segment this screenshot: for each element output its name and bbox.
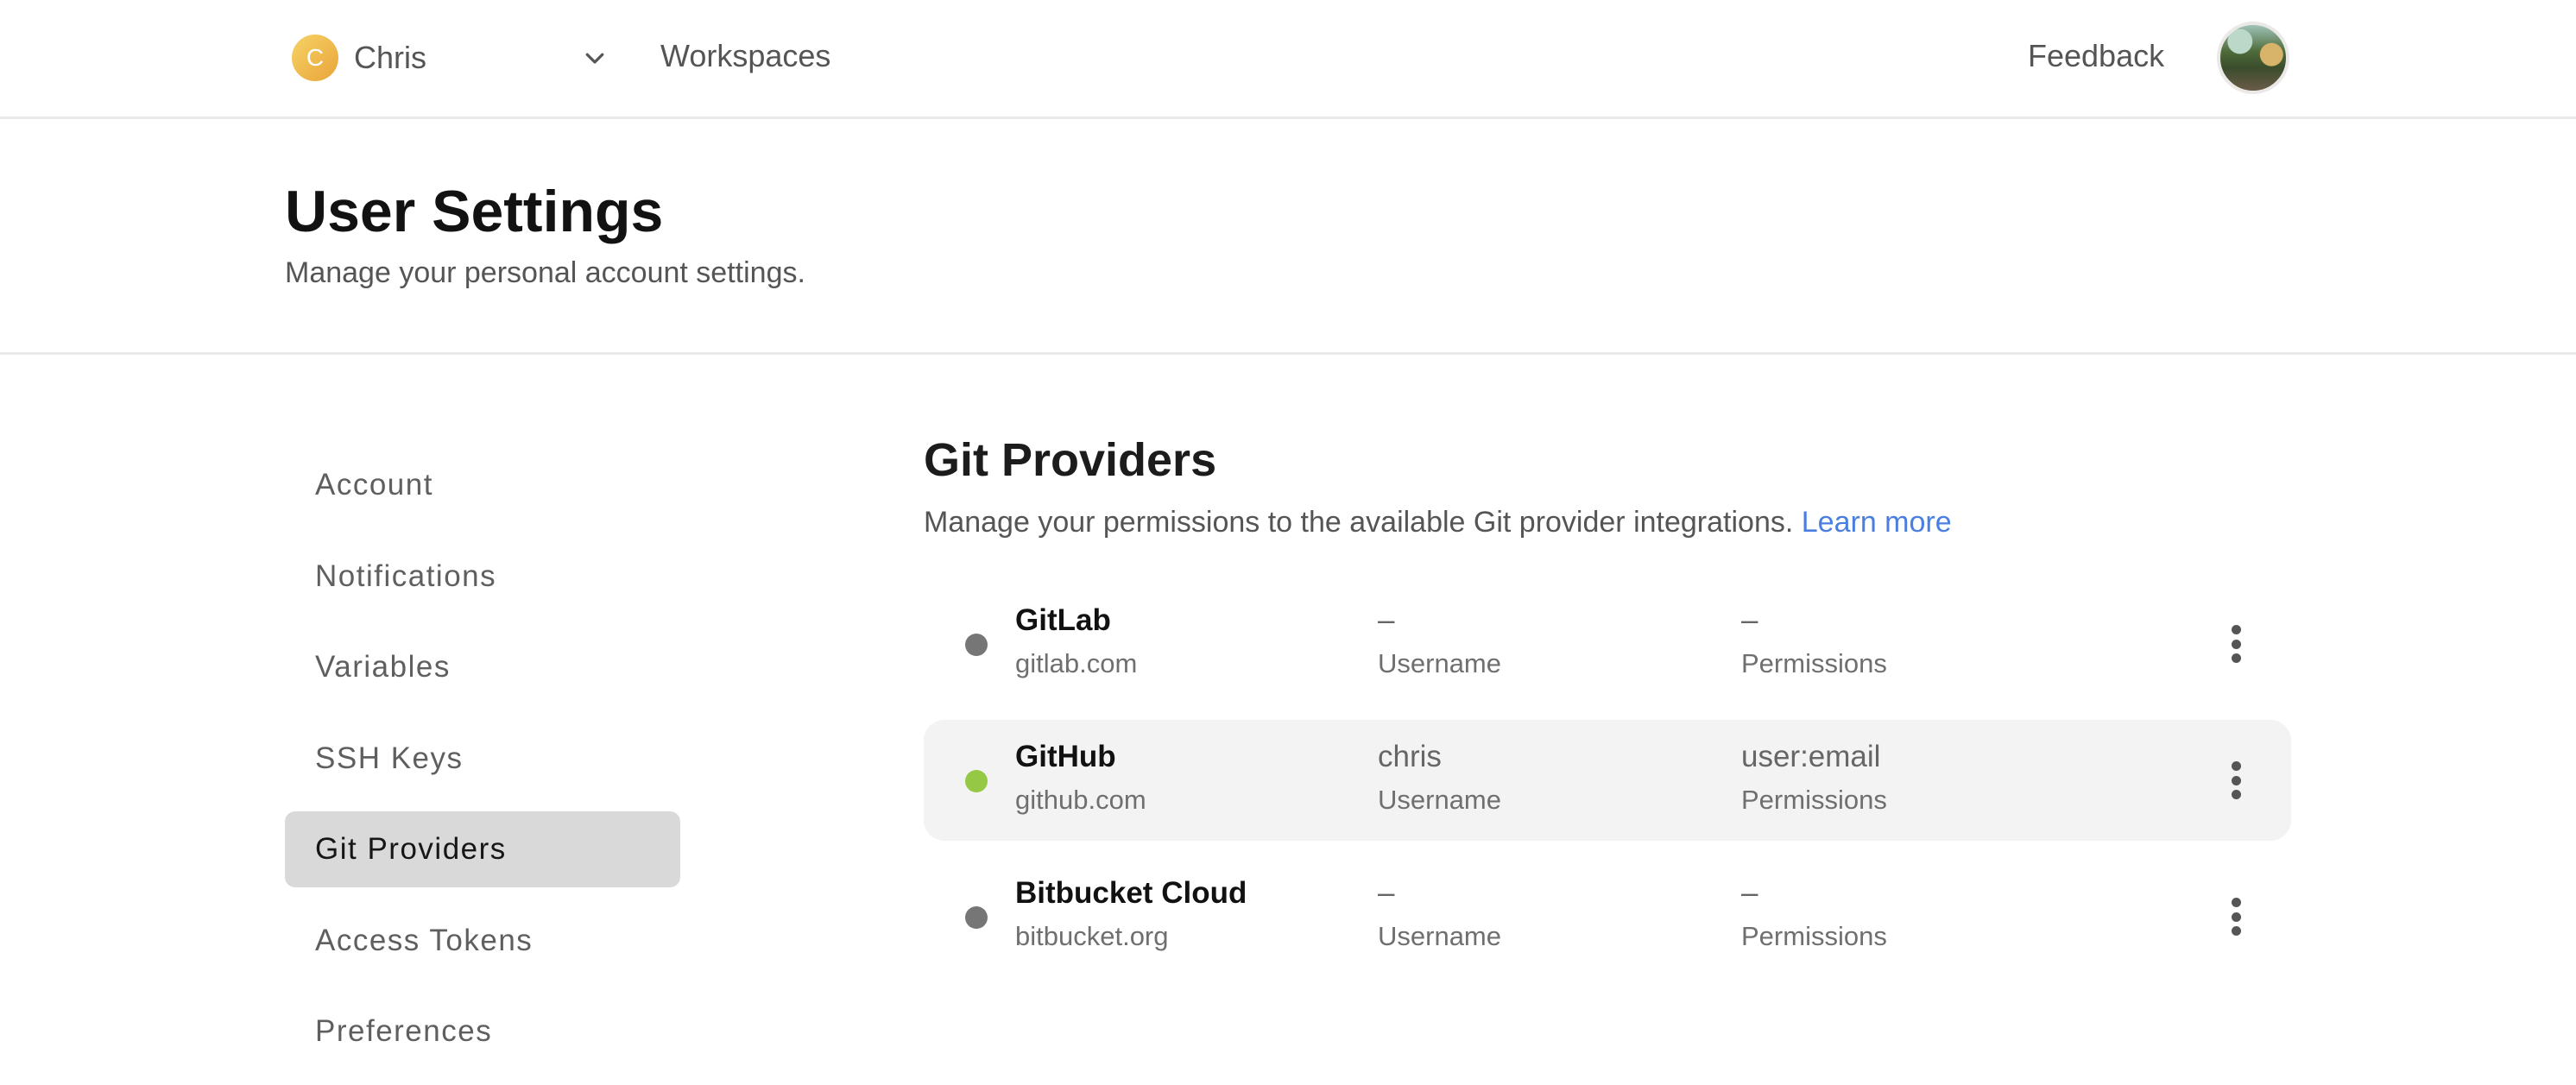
more-options-icon[interactable]: [2219, 620, 2253, 668]
section-description-text: Manage your permissions to the available…: [924, 506, 1794, 539]
page-title: User Settings: [285, 179, 664, 244]
permissions-value: –: [1741, 876, 1758, 910]
username-label: Username: [1378, 921, 1501, 951]
page-header: User Settings Manage your personal accou…: [285, 177, 805, 290]
permissions-value: –: [1741, 603, 1758, 637]
header-divider: [0, 352, 2576, 355]
user-avatar[interactable]: [2217, 22, 2289, 94]
sidebar-item-account[interactable]: Account: [285, 447, 680, 523]
provider-name: Bitbucket Cloud: [1015, 876, 1247, 910]
sidebar-item-variables[interactable]: Variables: [285, 629, 680, 705]
provider-host: bitbucket.org: [1015, 921, 1169, 951]
provider-name-cell: GitHub github.com: [1015, 737, 1146, 820]
sidebar-item-access-tokens[interactable]: Access Tokens: [285, 903, 680, 979]
username-cell: – Username: [1378, 601, 1501, 684]
learn-more-link[interactable]: Learn more: [1802, 506, 1952, 539]
more-options-icon[interactable]: [2219, 756, 2253, 804]
sidebar-item-git-providers[interactable]: Git Providers: [285, 811, 680, 887]
username-cell: – Username: [1378, 874, 1501, 956]
provider-name: GitLab: [1015, 603, 1111, 637]
provider-host: github.com: [1015, 785, 1146, 815]
status-dot-icon: [965, 770, 988, 792]
provider-row-bitbucket[interactable]: Bitbucket Cloud bitbucket.org – Username…: [924, 856, 2291, 977]
section-description: Manage your permissions to the available…: [924, 506, 2291, 539]
permissions-label: Permissions: [1741, 921, 1887, 951]
org-switcher[interactable]: C Chris: [292, 33, 611, 83]
status-dot-icon: [965, 634, 988, 656]
permissions-label: Permissions: [1741, 648, 1887, 678]
permissions-cell: – Permissions: [1741, 874, 1887, 956]
provider-name-cell: Bitbucket Cloud bitbucket.org: [1015, 874, 1247, 956]
chevron-down-icon: [585, 53, 604, 64]
sidebar-item-ssh-keys[interactable]: SSH Keys: [285, 721, 680, 797]
more-options-icon[interactable]: [2219, 893, 2253, 941]
provider-row-gitlab[interactable]: GitLab gitlab.com – Username – Permissio…: [924, 584, 2291, 704]
sidebar-item-preferences[interactable]: Preferences: [285, 994, 680, 1069]
settings-sidebar: Account Notifications Variables SSH Keys…: [285, 447, 680, 1085]
git-providers-section: Git Providers Manage your permissions to…: [924, 430, 2291, 539]
feedback-link[interactable]: Feedback: [2028, 38, 2164, 74]
username-cell: chris Username: [1378, 737, 1501, 820]
provider-list: GitLab gitlab.com – Username – Permissio…: [924, 584, 2291, 993]
provider-row-github[interactable]: GitHub github.com chris Username user:em…: [924, 720, 2291, 841]
status-dot-icon: [965, 906, 988, 929]
page-subtitle: Manage your personal account settings.: [285, 256, 805, 289]
provider-name: GitHub: [1015, 740, 1116, 773]
sidebar-item-notifications[interactable]: Notifications: [285, 539, 680, 615]
permissions-cell: user:email Permissions: [1741, 737, 1887, 820]
org-avatar: C: [292, 35, 338, 81]
permissions-label: Permissions: [1741, 785, 1887, 815]
top-bar: C Chris Workspaces Feedback: [0, 0, 2576, 119]
permissions-value: user:email: [1741, 740, 1881, 773]
username-value: chris: [1378, 740, 1442, 773]
permissions-cell: – Permissions: [1741, 601, 1887, 684]
provider-name-cell: GitLab gitlab.com: [1015, 601, 1137, 684]
workspaces-link[interactable]: Workspaces: [660, 38, 830, 74]
username-value: –: [1378, 603, 1395, 637]
section-title: Git Providers: [924, 434, 1217, 486]
username-value: –: [1378, 876, 1395, 910]
username-label: Username: [1378, 648, 1501, 678]
org-name: Chris: [354, 40, 427, 75]
provider-host: gitlab.com: [1015, 648, 1138, 678]
username-label: Username: [1378, 785, 1501, 815]
